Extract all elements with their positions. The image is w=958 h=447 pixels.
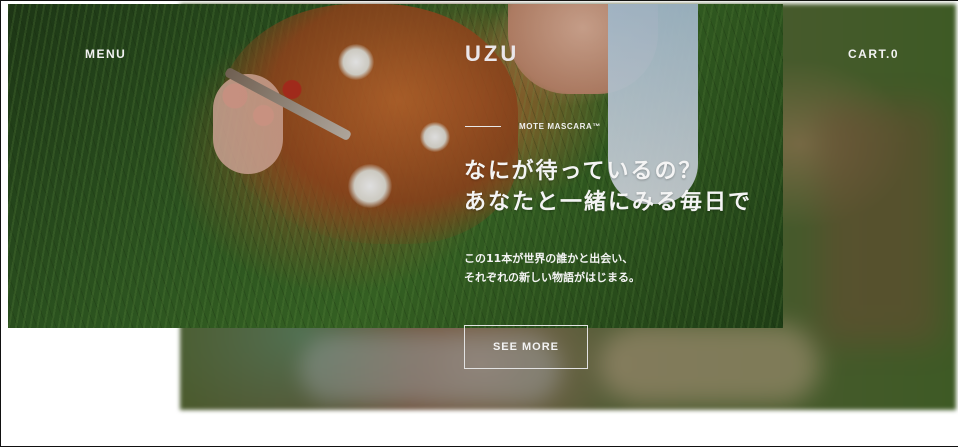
- divider-line: [465, 126, 501, 127]
- see-more-button[interactable]: SEE MORE: [464, 325, 588, 369]
- headline-line: なにが待っているの？: [464, 159, 703, 184]
- blur-highlight: [820, 104, 940, 344]
- menu-button[interactable]: MENU: [85, 47, 126, 61]
- site-logo[interactable]: UZU: [465, 41, 519, 67]
- blur-highlight: [600, 324, 820, 404]
- product-tag: MOTE MASCARA™: [465, 122, 601, 131]
- cart-button[interactable]: CART.0: [848, 47, 899, 61]
- hero-headline: なにが待っているの？ あなたと一緒にみる毎日で: [464, 156, 752, 218]
- headline-line: あなたと一緒にみる毎日で: [464, 190, 753, 215]
- hero-subtext: この11本が世界の誰かと出会い、 それぞれの新しい物語がはじまる。: [464, 249, 640, 287]
- product-label: MOTE MASCARA™: [519, 122, 602, 131]
- subtext-line: それぞれの新しい物語がはじまる。: [464, 271, 640, 284]
- subtext-line: この11本が世界の誰かと出会い、: [464, 252, 634, 265]
